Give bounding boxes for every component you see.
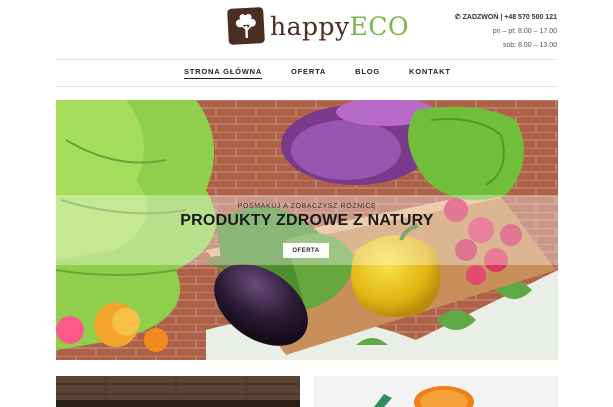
header-divider-top [56,59,558,60]
hours-weekdays: pn – pt: 8.00 – 17.00 [492,28,557,35]
logo-text-eco: ECO [349,11,410,41]
logo[interactable]: happyECO [227,7,409,45]
hero-title: PRODUKTY ZDROWE Z NATURY [180,212,434,229]
phone-text: ZADZWOŃ | +48 570 500 121 [462,14,557,21]
main-nav: STRONA GŁÓWNA OFERTA BLOG KONTAKT [184,67,451,79]
header-contact: ✆ ZADZWOŃ | +48 570 500 121 pn – pt: 8.0… [455,11,557,53]
teaser-image-right[interactable] [314,376,558,407]
hero-offer-button[interactable]: OFERTA [283,243,329,258]
hero-tagline: POSMAKUJ A ZOBACZYSZ RÓŻNICĘ [237,203,377,210]
phone-icon: ✆ [454,14,461,21]
logo-text-happy: happy [270,11,350,41]
hours-saturday: sob: 8.00 – 13.00 [502,42,557,49]
teaser-image-left[interactable] [56,376,300,407]
hero-image [56,100,558,360]
phone-line[interactable]: ✆ ZADZWOŃ | +48 570 500 121 [455,11,557,25]
nav-item-offer[interactable]: OFERTA [291,67,326,79]
nav-item-blog[interactable]: BLOG [355,67,380,79]
tree-icon [227,7,265,45]
nav-item-home[interactable]: STRONA GŁÓWNA [184,67,263,79]
nav-item-contact[interactable]: KONTAKT [409,67,451,79]
orange-image [314,376,558,407]
header-divider-bottom [56,86,558,87]
hero-slider: POSMAKUJ A ZOBACZYSZ RÓŻNICĘ PRODUKTY ZD… [56,100,558,360]
logo-wordmark: happyECO [270,14,409,39]
wood-board-image [56,376,300,407]
